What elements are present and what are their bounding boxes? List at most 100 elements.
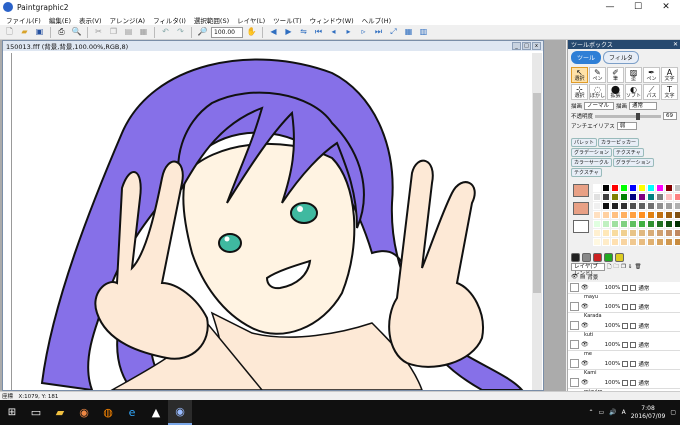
palette-swatch[interactable]: [647, 229, 655, 237]
palette-swatch[interactable]: [638, 220, 646, 228]
palette-swatch[interactable]: [629, 202, 637, 210]
palette-swatch[interactable]: [674, 211, 680, 219]
eye-icon[interactable]: 👁: [581, 322, 589, 329]
eye-icon[interactable]: 👁: [581, 284, 589, 291]
palette-swatch[interactable]: [638, 211, 646, 219]
clip-checkbox[interactable]: [630, 341, 637, 348]
clip-checkbox[interactable]: [630, 360, 637, 367]
menu-view[interactable]: 表示(V): [79, 15, 102, 25]
palette-swatch[interactable]: [620, 193, 628, 201]
tool-8[interactable]: ⬤ 拡張: [607, 84, 624, 100]
palette-swatch[interactable]: [656, 184, 664, 192]
undo-icon[interactable]: ↶: [159, 26, 172, 39]
lock-checkbox[interactable]: [622, 284, 629, 291]
delete-layer-icon[interactable]: 🗑: [635, 264, 642, 270]
layer-name[interactable]: mayu: [568, 294, 680, 301]
new-layer-icon[interactable]: 🗋: [607, 263, 611, 272]
palette-swatch[interactable]: [602, 184, 610, 192]
palette-swatch[interactable]: [602, 220, 610, 228]
tool-0[interactable]: ↖ 選択: [571, 67, 588, 83]
layer-row[interactable]: 👁 100% 通常: [568, 282, 680, 294]
eye-icon[interactable]: 👁: [581, 341, 589, 348]
tool-5[interactable]: A 文字: [661, 67, 678, 83]
chrome-icon[interactable]: ◉: [72, 400, 96, 425]
merge-icon[interactable]: ⇓: [628, 264, 633, 270]
file-explorer-icon[interactable]: ▰: [48, 400, 72, 425]
palette-swatch[interactable]: [656, 238, 664, 246]
menu-file[interactable]: ファイル(F): [6, 15, 41, 25]
maximize-button[interactable]: ☐: [624, 0, 652, 14]
palette-swatch[interactable]: [611, 229, 619, 237]
palette-swatch[interactable]: [647, 202, 655, 210]
palette-swatch[interactable]: [656, 229, 664, 237]
lock-checkbox[interactable]: [622, 341, 629, 348]
resize-icon[interactable]: ⤢: [387, 26, 400, 39]
layer-mode-select[interactable]: レイヤ(ブレンド): [571, 263, 605, 277]
new-icon[interactable]: 🗋: [3, 26, 16, 39]
menu-selection[interactable]: 選択範囲(S): [194, 15, 229, 25]
palette-swatch[interactable]: [674, 184, 680, 192]
open-icon[interactable]: ▰: [18, 26, 31, 39]
palette-swatch[interactable]: [593, 229, 601, 237]
clip-checkbox[interactable]: [630, 322, 637, 329]
color-tab-6[interactable]: テクスチャ: [571, 168, 602, 177]
firefox-icon[interactable]: ◍: [96, 400, 120, 425]
zoom-input[interactable]: 100.00: [211, 26, 243, 38]
menu-layer[interactable]: レイヤ(L): [237, 15, 265, 25]
minimize-button[interactable]: —: [596, 0, 624, 14]
blend-select[interactable]: 通常: [629, 102, 658, 110]
palette-swatch[interactable]: [656, 202, 664, 210]
palette-swatch[interactable]: [620, 238, 628, 246]
palette-swatch[interactable]: [602, 202, 610, 210]
doc-minimize-button[interactable]: _: [512, 42, 521, 50]
palette-swatch[interactable]: [674, 193, 680, 201]
lock-checkbox[interactable]: [622, 360, 629, 367]
palette-swatch[interactable]: [656, 193, 664, 201]
palette-swatch[interactable]: [647, 211, 655, 219]
tool-2[interactable]: ✐ 筆: [607, 67, 624, 83]
antialias-select[interactable]: 弱: [616, 122, 637, 130]
print-preview-icon[interactable]: 🔍: [70, 26, 83, 39]
network-icon[interactable]: ▭: [598, 409, 604, 416]
layer-name[interactable]: kuti: [568, 332, 680, 339]
palette-swatch[interactable]: [638, 202, 646, 210]
swatch-green-icon[interactable]: [604, 252, 613, 262]
palette-swatch[interactable]: [620, 202, 628, 210]
palette-swatch[interactable]: [656, 211, 664, 219]
start-icon[interactable]: ⊞: [0, 400, 24, 425]
clock[interactable]: 7:08 2016/07/09: [631, 405, 666, 421]
toolbox-close-icon[interactable]: ✕: [673, 41, 678, 48]
notification-icon[interactable]: ▢: [670, 409, 676, 416]
palette-swatch[interactable]: [602, 193, 610, 201]
tool-7[interactable]: ◌ ぼかし: [589, 84, 606, 100]
cut-icon[interactable]: ✂: [92, 26, 105, 39]
layer-row[interactable]: 👁 100% 通常: [568, 377, 680, 389]
redo-icon[interactable]: ↷: [174, 26, 187, 39]
menu-window[interactable]: ウィンドウ(W): [310, 15, 354, 25]
volume-icon[interactable]: 🔊: [609, 409, 616, 416]
menu-arrange[interactable]: アレンジ(A): [110, 15, 146, 25]
palette-swatch[interactable]: [602, 211, 610, 219]
lock-checkbox[interactable]: [622, 322, 629, 329]
palette-swatch[interactable]: [620, 229, 628, 237]
chevron-up-icon[interactable]: ⌃: [588, 409, 593, 416]
palette-swatch[interactable]: [665, 202, 673, 210]
sub-color-swatch[interactable]: [573, 202, 589, 215]
layer-name[interactable]: Kami: [568, 370, 680, 377]
color-tab-0[interactable]: パレット: [571, 138, 598, 147]
palette-swatch[interactable]: [629, 184, 637, 192]
swatch-yellow-icon[interactable]: [615, 252, 624, 262]
color-tab-4[interactable]: カラーサークル: [571, 158, 612, 167]
ime-indicator[interactable]: A: [622, 409, 626, 416]
transparent-swatch[interactable]: [573, 220, 589, 233]
palette-swatch[interactable]: [674, 229, 680, 237]
doc-close-button[interactable]: x: [532, 42, 541, 50]
layer-row[interactable]: 👁 100% 通常: [568, 339, 680, 351]
drawing-canvas[interactable]: [11, 53, 531, 390]
task-view-icon[interactable]: ▭: [24, 400, 48, 425]
clip-checkbox[interactable]: [630, 303, 637, 310]
palette-swatch[interactable]: [665, 220, 673, 228]
palette-swatch[interactable]: [665, 238, 673, 246]
palette-swatch[interactable]: [647, 238, 655, 246]
palette-swatch[interactable]: [611, 184, 619, 192]
